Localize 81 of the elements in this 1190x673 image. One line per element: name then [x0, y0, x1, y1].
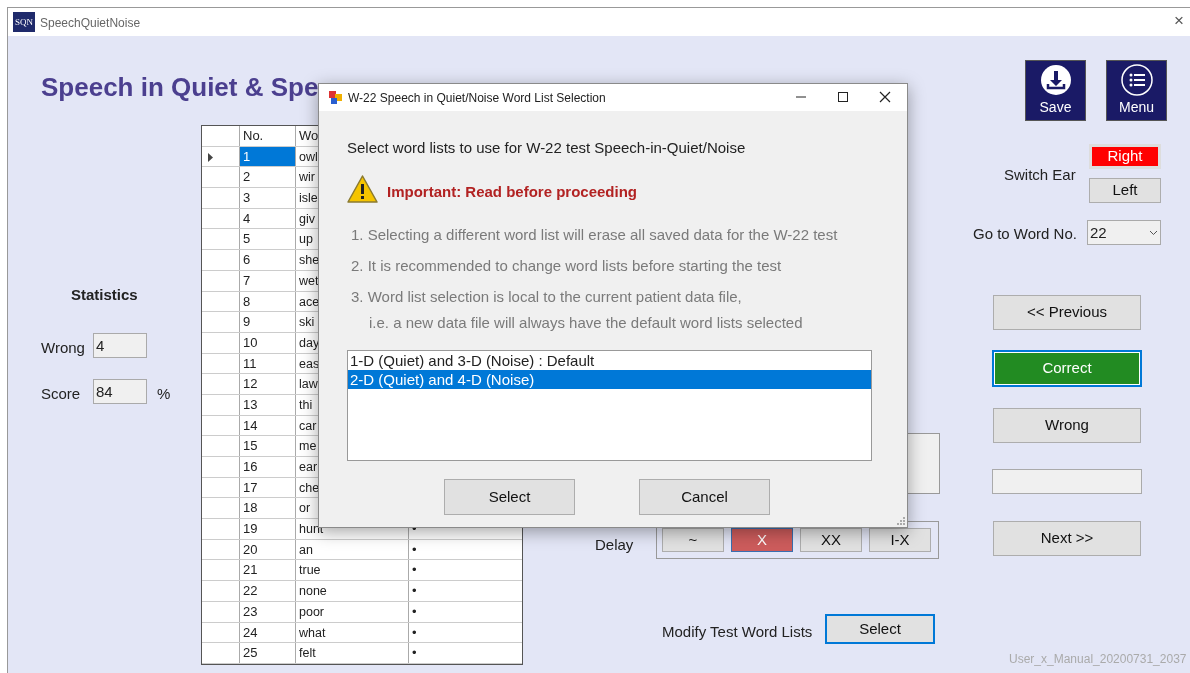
- table-cell: 12: [240, 374, 296, 394]
- dialog-title: W-22 Speech in Quiet/Noise Word List Selection: [348, 89, 606, 107]
- table-cell: what: [296, 622, 409, 643]
- file-name: User_x_Manual_20200731_2037: [1009, 651, 1187, 668]
- dialog-button[interactable]: Select: [444, 479, 575, 515]
- maximize-button[interactable]: [837, 91, 849, 103]
- table-cell: 20: [240, 539, 296, 560]
- dialog-button[interactable]: Cancel: [639, 479, 770, 515]
- table-cell: 6: [240, 250, 296, 270]
- close-button[interactable]: ×: [1174, 11, 1184, 31]
- table-cell: 3: [240, 188, 296, 208]
- table-cell: an: [296, 539, 409, 560]
- column-header[interactable]: No.: [240, 126, 296, 146]
- table-cell-text: •: [411, 540, 418, 559]
- field-label: Wrong: [41, 338, 85, 358]
- table-cell: 24: [240, 622, 296, 643]
- menu-button[interactable]: Menu: [1106, 60, 1167, 121]
- table-cell: 2: [240, 167, 296, 188]
- table-cell: 10: [240, 332, 296, 353]
- table-cell: 7: [240, 270, 296, 291]
- answer-button[interactable]: << Previous: [993, 295, 1141, 330]
- answer-button[interactable]: Wrong: [993, 408, 1141, 443]
- close-button[interactable]: [879, 91, 891, 103]
- table-cell: 1: [240, 146, 296, 167]
- table-cell-text: •: [411, 582, 418, 601]
- table-cell: 19: [240, 519, 296, 539]
- table-cell: 18: [240, 498, 296, 519]
- list-option[interactable]: 2-D (Quiet) and 4-D (Noise): [348, 370, 871, 389]
- table-cell: 14: [240, 415, 296, 436]
- table-cell: felt: [296, 643, 409, 663]
- ear-button[interactable]: Left: [1089, 178, 1161, 203]
- table-cell: 16: [240, 457, 296, 477]
- table-cell: 22: [240, 581, 296, 601]
- word-number-dropdown[interactable]: 22: [1087, 220, 1161, 245]
- go-to-word-label: Go to Word No.: [973, 224, 1077, 244]
- answer-button[interactable]: Next >>: [993, 521, 1141, 556]
- resize-grip-icon[interactable]: [897, 517, 905, 525]
- delay-button[interactable]: ~: [662, 528, 724, 552]
- answer-field[interactable]: [992, 469, 1142, 494]
- table-cell: 13: [240, 394, 296, 415]
- table-cell: poor: [296, 601, 409, 622]
- table-cell: true: [296, 560, 409, 581]
- correct-button[interactable]: Correct: [993, 351, 1141, 386]
- table-cell: 8: [240, 291, 296, 312]
- table-cell-text: •: [411, 623, 418, 642]
- menu-icon: [1120, 64, 1153, 96]
- download-icon: [1039, 64, 1072, 96]
- page-heading: Speech in Quiet & Spe: [41, 71, 319, 104]
- table-cell: 5: [240, 229, 296, 250]
- table-cell: 15: [240, 436, 296, 456]
- app-icon: SQN: [13, 12, 35, 32]
- save-button[interactable]: Save: [1025, 60, 1086, 121]
- table-cell: 23: [240, 601, 296, 622]
- delay-button[interactable]: I-X: [869, 528, 931, 552]
- delay-button[interactable]: XX: [800, 528, 862, 552]
- statistics-heading: Statistics: [71, 285, 138, 305]
- select-lists-button[interactable]: Select: [825, 614, 935, 644]
- modify-lists-label: Modify Test Word Lists: [662, 622, 813, 642]
- table-cell: 25: [240, 643, 296, 663]
- table-cell: 9: [240, 312, 296, 332]
- ear-button[interactable]: Right: [1089, 144, 1161, 169]
- unit-label: %: [157, 384, 171, 404]
- chevron-down-icon: [1149, 230, 1158, 236]
- table-cell: none: [296, 581, 409, 601]
- table-cell: 17: [240, 477, 296, 498]
- table-cell-text: •: [411, 602, 418, 621]
- table-cell: 21: [240, 560, 296, 581]
- switch-ear-label: Switch Ear: [1004, 165, 1076, 185]
- value-field[interactable]: 4: [93, 333, 147, 358]
- table-cell-text: •: [411, 561, 418, 580]
- table-cell: 4: [240, 208, 296, 229]
- window-title: SpeechQuietNoise: [40, 15, 141, 32]
- table-cell: 11: [240, 353, 296, 374]
- table-cell-text: •: [411, 644, 418, 663]
- app-icon: [329, 91, 342, 104]
- word-list-box[interactable]: 1-D (Quiet) and 3-D (Noise) : Default 2-D (Quiet) and 4-D (Noise): [347, 350, 872, 461]
- warning-icon: [347, 175, 378, 203]
- field-label: Score: [41, 384, 81, 404]
- delay-label: Delay: [595, 535, 634, 555]
- delay-button[interactable]: X: [731, 528, 793, 552]
- value-field[interactable]: 84: [93, 379, 147, 404]
